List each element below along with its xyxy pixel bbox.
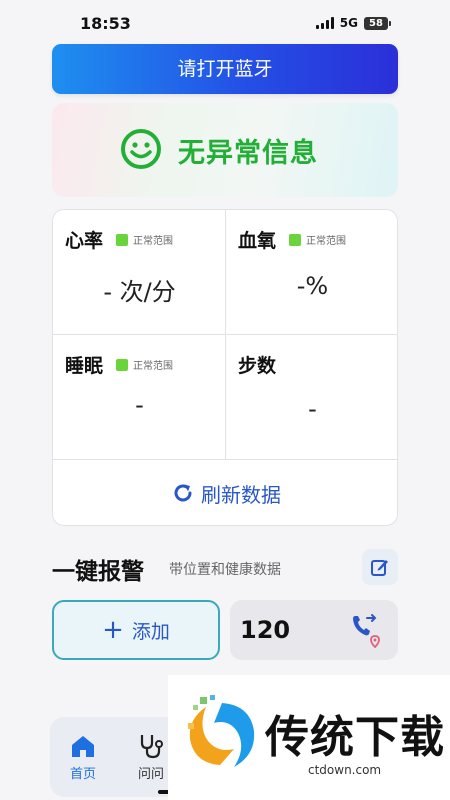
stethoscope-icon (140, 735, 163, 759)
watermark-text: 传统下载 (265, 712, 445, 763)
add-contact-label: 添加 (131, 620, 170, 643)
blood-oxygen-cell[interactable]: 血氧 正常范围 -% (226, 210, 397, 334)
open-bluetooth-button[interactable]: 请打开蓝牙 (52, 44, 398, 94)
normal-range-badge: 正常范围 (116, 357, 173, 372)
nav-consult-label: 问问 (137, 767, 164, 782)
status-bar: 18:53 5G 58 (0, 0, 450, 44)
steps-title: 步数 (238, 355, 277, 377)
edit-contacts-button[interactable] (362, 549, 398, 585)
badge-label: 正常范围 (133, 236, 173, 247)
network-label: 5G (339, 16, 358, 30)
steps-cell[interactable]: 步数 - (226, 335, 397, 459)
status-square-icon (116, 358, 128, 371)
blood-oxygen-value: -% (296, 272, 329, 300)
sleep-cell[interactable]: 睡眠 正常范围 - (53, 335, 226, 459)
emergency-contact-card[interactable]: 120 (230, 600, 398, 660)
app-screen: 18:53 5G 58 请打开蓝牙 无异常信息 心率 正常范围 - 次/分 血氧… (0, 0, 450, 800)
sos-subtitle: 带位置和健康数据 (169, 562, 281, 578)
edit-icon (371, 560, 388, 576)
sos-title: 一键报警 (52, 559, 144, 585)
watermark-logo-icon (188, 695, 255, 767)
battery-icon: 58 (364, 16, 391, 30)
phone-icon[interactable] (350, 612, 382, 648)
status-indicators: 5G 58 (315, 16, 391, 30)
health-metrics-grid: 心率 正常范围 - 次/分 血氧 正常范围 -% 睡眠 正常范围 - 步数 - … (52, 209, 398, 526)
nav-home[interactable]: 首页 (58, 733, 108, 782)
status-square-icon (289, 233, 301, 246)
signal-icon (315, 17, 334, 29)
badge-label: 正常范围 (306, 236, 346, 247)
blood-oxygen-title: 血氧 (238, 230, 277, 252)
watermark: 传统下载 ctdown.com (168, 675, 450, 800)
sleep-title: 睡眠 (65, 355, 104, 377)
location-pin-icon (370, 635, 380, 648)
normal-range-badge: 正常范围 (289, 232, 346, 247)
heart-rate-value: - 次/分 (103, 278, 176, 306)
plus-icon: + (102, 615, 124, 645)
refresh-icon (174, 484, 192, 502)
smile-icon (121, 129, 161, 169)
add-contact-button[interactable]: + 添加 (52, 600, 220, 660)
sleep-value: - (135, 391, 144, 419)
refresh-data-button[interactable]: 刷新数据 (53, 460, 397, 525)
steps-value: - (308, 395, 317, 423)
normal-range-badge: 正常范围 (116, 232, 173, 247)
status-text: 无异常信息 (178, 138, 318, 169)
nav-home-label: 首页 (69, 767, 96, 782)
watermark-url: ctdown.com (308, 763, 382, 777)
status-square-icon (116, 233, 128, 246)
home-icon (72, 736, 94, 757)
heart-rate-title: 心率 (65, 230, 104, 252)
heart-rate-cell[interactable]: 心率 正常范围 - 次/分 (53, 210, 226, 334)
status-time: 18:53 (80, 14, 131, 33)
refresh-label: 刷新数据 (201, 482, 281, 507)
badge-label: 正常范围 (133, 361, 173, 372)
contact-number: 120 (240, 616, 291, 644)
